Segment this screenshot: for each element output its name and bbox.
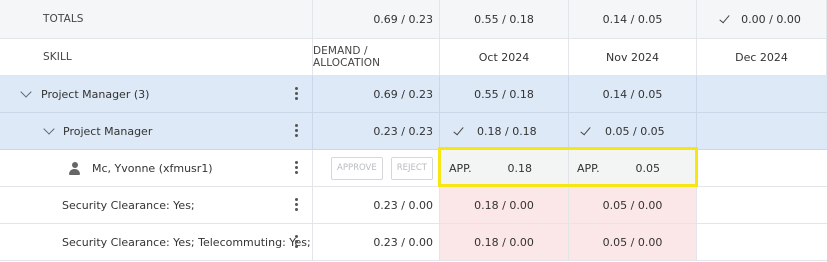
skill-group-cell: Project Manager (3) [0, 76, 313, 112]
totals-row: TOTALS 0.69 / 0.23 0.55 / 0.18 0.14 / 0.… [0, 0, 827, 39]
requirement-nov-cell: 0.05 / 0.00 [569, 224, 697, 260]
allocation-value-oct: 0.18 [507, 161, 533, 175]
group-dec-cell [697, 76, 827, 112]
month-header-oct[interactable]: Oct 2024 [440, 39, 569, 75]
requirement-label: Security Clearance: Yes; [62, 198, 195, 212]
check-icon [719, 12, 730, 23]
requirement-oct: 0.18 / 0.00 [474, 235, 534, 249]
skill-row: Project Manager 0.23 / 0.23 0.18 / 0.18 … [0, 113, 827, 150]
month-header-nov[interactable]: Nov 2024 [569, 39, 697, 75]
resource-actions-cell: APPROVE REJECT [313, 150, 440, 186]
requirement-label: Security Clearance: Yes; Telecommuting: … [62, 235, 311, 249]
resource-row: Mc, Yvonne (xfmusr1) APPROVE REJECT APP.… [0, 150, 827, 187]
approve-button[interactable]: APPROVE [331, 156, 383, 180]
skill-dec-cell [697, 113, 827, 149]
resource-dec-cell [697, 150, 827, 186]
requirement-demand-cell: 0.23 / 0.00 [313, 224, 440, 260]
requirement-dec-cell [697, 187, 827, 223]
requirement-oct: 0.18 / 0.00 [474, 198, 534, 212]
reject-button[interactable]: REJECT [390, 156, 433, 180]
chevron-down-icon[interactable] [20, 86, 32, 98]
skill-header: SKILL [43, 51, 72, 63]
month-header-dec[interactable]: Dec 2024 [697, 39, 827, 75]
person-icon [69, 162, 80, 175]
totals-nov-cell: 0.14 / 0.05 [569, 0, 697, 38]
requirement-demand-cell: 0.23 / 0.00 [313, 187, 440, 223]
resource-oct-cell[interactable]: APP. 0.18 [440, 150, 569, 186]
column-header-row: SKILL DEMAND / ALLOCATION Oct 2024 Nov 2… [0, 39, 827, 76]
row-menu-icon[interactable] [294, 235, 298, 249]
resource-cell: Mc, Yvonne (xfmusr1) [0, 150, 313, 186]
requirement-oct-cell: 0.18 / 0.00 [440, 224, 569, 260]
skill-label: Project Manager [63, 124, 153, 138]
row-menu-icon[interactable] [294, 87, 298, 101]
requirement-dec-cell [697, 224, 827, 260]
skill-oct: 0.18 / 0.18 [477, 124, 537, 138]
group-demand: 0.69 / 0.23 [373, 87, 433, 101]
allocation-status-nov: APP. [577, 161, 600, 175]
group-oct-cell: 0.55 / 0.18 [440, 76, 569, 112]
requirement-oct-cell: 0.18 / 0.00 [440, 187, 569, 223]
skill-demand-cell: 0.23 / 0.23 [313, 113, 440, 149]
totals-nov: 0.14 / 0.05 [602, 12, 663, 26]
check-icon [580, 124, 591, 135]
requirement-cell: Security Clearance: Yes; Telecommuting: … [0, 224, 313, 260]
requirement-row: Security Clearance: Yes; 0.23 / 0.00 0.1… [0, 187, 827, 224]
chevron-down-icon[interactable] [43, 123, 55, 135]
row-menu-icon[interactable] [294, 161, 298, 175]
totals-demand: 0.69 / 0.23 [373, 12, 433, 26]
totals-oct: 0.55 / 0.18 [474, 12, 534, 26]
requirement-row: Security Clearance: Yes; Telecommuting: … [0, 224, 827, 261]
row-menu-icon[interactable] [294, 124, 298, 138]
totals-label: TOTALS [43, 13, 84, 25]
skill-group-row: Project Manager (3) 0.69 / 0.23 0.55 / 0… [0, 76, 827, 113]
totals-dec-cell: 0.00 / 0.00 [697, 0, 827, 38]
group-demand-cell: 0.69 / 0.23 [313, 76, 440, 112]
row-menu-icon[interactable] [294, 198, 298, 212]
allocation-status-oct: APP. [449, 161, 472, 175]
requirement-cell: Security Clearance: Yes; [0, 187, 313, 223]
group-oct: 0.55 / 0.18 [474, 87, 534, 101]
skill-cell: Project Manager [0, 113, 313, 149]
month-label-oct: Oct 2024 [478, 50, 530, 64]
skill-demand: 0.23 / 0.23 [373, 124, 433, 138]
requirement-nov-cell: 0.05 / 0.00 [569, 187, 697, 223]
skill-oct-cell: 0.18 / 0.18 [440, 113, 569, 149]
requirement-nov: 0.05 / 0.00 [602, 198, 663, 212]
totals-demand-cell: 0.69 / 0.23 [313, 0, 440, 38]
check-icon [453, 124, 464, 135]
skill-group-label: Project Manager (3) [41, 87, 150, 101]
allocation-value-nov: 0.05 [635, 161, 661, 175]
totals-dec: 0.00 / 0.00 [741, 12, 801, 26]
skill-header-cell[interactable]: SKILL [0, 39, 313, 75]
resource-nov-cell[interactable]: APP. 0.05 [569, 150, 697, 186]
totals-label-cell: TOTALS [0, 0, 313, 38]
totals-oct-cell: 0.55 / 0.18 [440, 0, 569, 38]
group-nov: 0.14 / 0.05 [602, 87, 663, 101]
requirement-nov: 0.05 / 0.00 [602, 235, 663, 249]
requirement-demand: 0.23 / 0.00 [373, 198, 433, 212]
demand-header-cell[interactable]: DEMAND / ALLOCATION [313, 39, 440, 75]
skill-nov-cell: 0.05 / 0.05 [569, 113, 697, 149]
resource-name[interactable]: Mc, Yvonne (xfmusr1) [92, 162, 213, 175]
demand-allocation-header: DEMAND / ALLOCATION [313, 45, 381, 69]
group-nov-cell: 0.14 / 0.05 [569, 76, 697, 112]
month-label-nov: Nov 2024 [606, 50, 659, 64]
requirement-demand: 0.23 / 0.00 [373, 235, 433, 249]
month-label-dec: Dec 2024 [735, 50, 788, 64]
skill-nov: 0.05 / 0.05 [605, 124, 665, 138]
